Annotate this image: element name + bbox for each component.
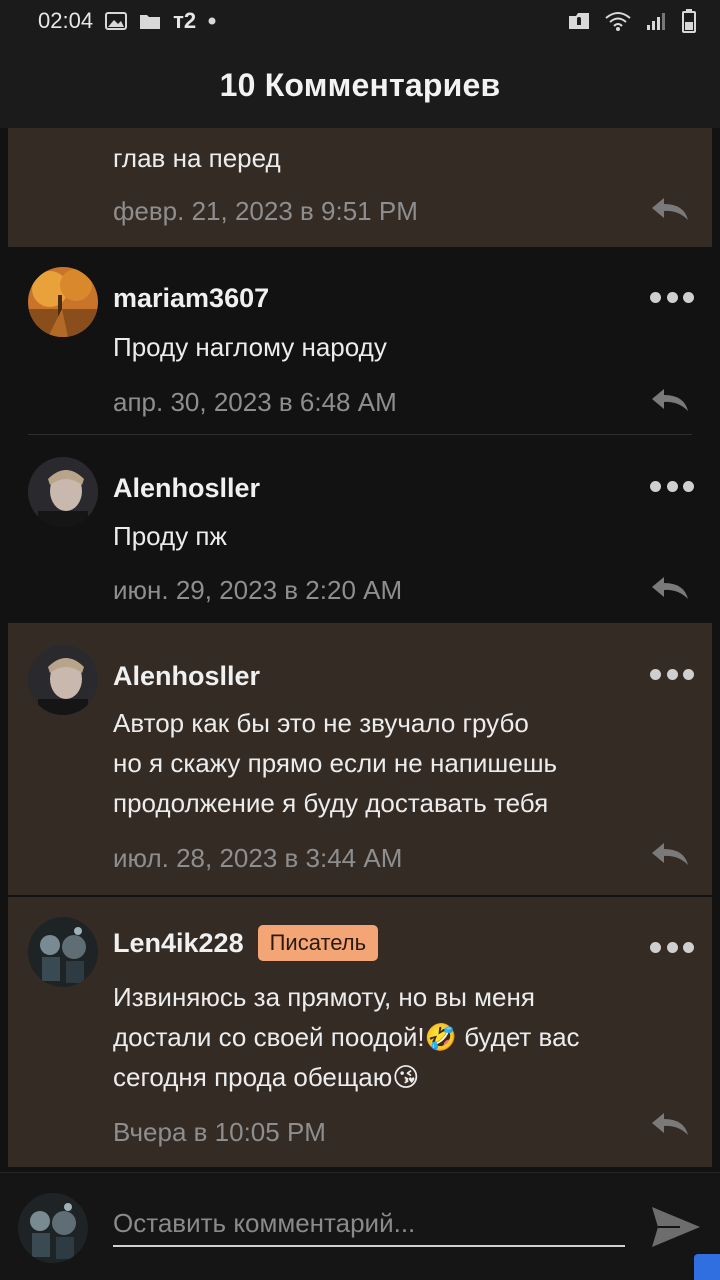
comment-item[interactable]: Len4ik228 Писатель Извиняюсь за прямоту,… bbox=[8, 897, 712, 1167]
gallery-icon bbox=[105, 12, 128, 30]
vpn-key-icon bbox=[568, 11, 590, 31]
comment-text: Проду пж bbox=[113, 521, 227, 551]
comment-text-line: Автор как бы это не звучало грубо bbox=[113, 708, 529, 738]
avatar[interactable] bbox=[28, 267, 98, 337]
comment-text-line: достали со своей поодой!🤣 будет вас bbox=[113, 1022, 580, 1052]
reply-icon[interactable] bbox=[650, 387, 690, 413]
avatar[interactable] bbox=[28, 917, 98, 987]
comment-text: Автор как бы это не звучало грубо но я с… bbox=[113, 703, 652, 823]
author-name[interactable]: mariam3607 bbox=[113, 283, 269, 314]
current-user-avatar bbox=[18, 1193, 88, 1263]
comment-date: июл. 28, 2023 в 3:44 AM bbox=[113, 843, 403, 873]
folder-icon bbox=[139, 12, 161, 30]
page-title: 10 Комментариев bbox=[219, 66, 501, 103]
comment-text-line: продолжение я буду доставать тебя bbox=[113, 788, 549, 818]
comment-text: Проду наглому народу bbox=[113, 332, 387, 362]
comment-date: июн. 29, 2023 в 2:20 AM bbox=[113, 575, 403, 605]
comment-text-line: но я скажу прямо если не напишешь bbox=[113, 748, 558, 778]
comment-text-line: сегодня прода обещаю😘 bbox=[113, 1062, 420, 1092]
comment-item[interactable]: mariam3607 Проду наглому народу апр. 30,… bbox=[0, 247, 720, 435]
battery-icon bbox=[682, 9, 696, 33]
author-name[interactable]: Alenhosller bbox=[113, 661, 260, 692]
comment-text: глав на перед bbox=[113, 143, 281, 173]
comment-item[interactable]: Alenhosller Автор как бы это не звучало … bbox=[8, 623, 712, 895]
comment-text-line: Извиняюсь за прямоту, но вы меня bbox=[113, 982, 535, 1012]
reply-icon[interactable] bbox=[650, 1111, 690, 1137]
author-name[interactable]: Alenhosller bbox=[113, 473, 260, 504]
reply-icon[interactable] bbox=[650, 575, 690, 601]
status-time: 02:04 bbox=[38, 8, 94, 33]
more-options-icon[interactable] bbox=[650, 479, 694, 493]
author-name[interactable]: Len4ik228 bbox=[113, 928, 244, 959]
send-icon[interactable] bbox=[650, 1203, 702, 1251]
comment-date: Вчера в 10:05 PM bbox=[113, 1117, 326, 1147]
comment-list[interactable]: глав на перед февр. 21, 2023 в 9:51 PM m… bbox=[0, 128, 720, 1172]
avatar[interactable] bbox=[28, 645, 98, 715]
header: 10 Комментариев bbox=[0, 42, 720, 128]
more-options-icon[interactable] bbox=[650, 667, 694, 681]
writer-badge: Писатель bbox=[257, 925, 379, 961]
corner-indicator bbox=[694, 1254, 720, 1280]
comment-author[interactable]: Alenhosller bbox=[113, 473, 260, 504]
comment-author[interactable]: Alenhosller bbox=[113, 661, 260, 692]
more-options-icon[interactable] bbox=[650, 290, 694, 304]
comment-text: Извиняюсь за прямоту, но вы меня достали… bbox=[113, 977, 652, 1097]
comment-date: февр. 21, 2023 в 9:51 PM bbox=[113, 196, 418, 226]
notification-dot-icon bbox=[208, 17, 216, 25]
comment-composer bbox=[0, 1172, 720, 1280]
reply-icon[interactable] bbox=[650, 196, 690, 222]
status-carrier: т2 bbox=[173, 8, 197, 33]
avatar[interactable] bbox=[28, 457, 98, 527]
comment-author[interactable]: Len4ik228 Писатель bbox=[113, 925, 379, 961]
comment-date: апр. 30, 2023 в 6:48 AM bbox=[113, 387, 397, 417]
signal-icon bbox=[646, 11, 668, 31]
more-options-icon[interactable] bbox=[650, 940, 694, 954]
wifi-icon bbox=[604, 10, 632, 32]
status-bar: 02:04 т2 bbox=[0, 0, 720, 42]
comment-author[interactable]: mariam3607 bbox=[113, 283, 269, 314]
comment-item[interactable]: Alenhosller Проду пж июн. 29, 2023 в 2:2… bbox=[0, 435, 720, 623]
comment-input[interactable] bbox=[113, 1201, 625, 1247]
comment-item[interactable]: глав на перед февр. 21, 2023 в 9:51 PM bbox=[8, 128, 712, 247]
reply-icon[interactable] bbox=[650, 841, 690, 867]
